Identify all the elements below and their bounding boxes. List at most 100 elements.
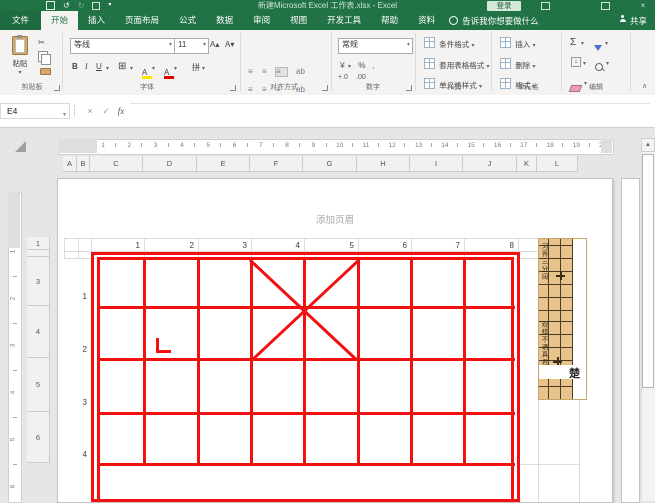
column-header-B[interactable]: B: [77, 156, 90, 172]
font-size-combo[interactable]: 11▾: [174, 38, 209, 54]
share-button[interactable]: 共享: [620, 11, 647, 30]
grow-font-icon[interactable]: A▴: [210, 40, 219, 49]
tab-formulas[interactable]: 公式: [169, 11, 206, 30]
name-box-dropdown-icon[interactable]: ▾: [63, 108, 66, 123]
column-header-L[interactable]: L: [537, 156, 578, 172]
name-box[interactable]: E4 ▾: [0, 103, 70, 119]
number-dialog-launcher-icon[interactable]: [406, 85, 412, 91]
tab-data[interactable]: 数据: [206, 11, 243, 30]
align-icon[interactable]: ≡: [276, 68, 287, 76]
insert-function-icon[interactable]: fx: [113, 103, 129, 119]
align-icon[interactable]: ≡: [248, 68, 259, 76]
tab-view[interactable]: 视图: [280, 11, 317, 30]
formula-bar-divider[interactable]: [74, 105, 77, 117]
column-header-I[interactable]: I: [410, 156, 463, 172]
vertical-scrollbar-thumb[interactable]: [642, 154, 654, 388]
font-color-button[interactable]: A: [164, 62, 169, 80]
ribbon-display-options-icon[interactable]: [538, 0, 552, 11]
tab-home[interactable]: 开始: [41, 11, 78, 30]
currency-format-icon[interactable]: ¥: [340, 60, 345, 70]
column-header-J[interactable]: J: [463, 156, 517, 172]
column-header-C[interactable]: C: [90, 156, 143, 172]
row-header-3[interactable]: 3: [27, 257, 50, 306]
formula-input[interactable]: [130, 103, 650, 120]
board-column-number-cell[interactable]: 7: [434, 241, 460, 250]
tab-developer[interactable]: 开发工具: [317, 11, 371, 30]
find-select-icon[interactable]: [595, 58, 603, 76]
fill-down-icon[interactable]: ↓: [571, 57, 581, 67]
borders-dropdown-icon[interactable]: ▾: [130, 65, 133, 72]
tab-file[interactable]: 文件: [0, 11, 41, 30]
row-header-6[interactable]: 6: [27, 412, 50, 463]
board-column-number-cell[interactable]: 6: [381, 241, 407, 250]
board-column-number-cell[interactable]: 8: [488, 241, 514, 250]
fill-color-button[interactable]: A: [142, 62, 147, 80]
column-header-K[interactable]: K: [517, 156, 537, 172]
column-header-H[interactable]: H: [357, 156, 410, 172]
row-header-5[interactable]: 5: [27, 358, 50, 412]
board-column-number-cell[interactable]: 5: [328, 241, 354, 250]
column-header-D[interactable]: D: [143, 156, 197, 172]
board-column-number-cell[interactable]: 1: [114, 241, 140, 250]
row-header-2[interactable]: [27, 250, 50, 257]
tab-review[interactable]: 审阅: [243, 11, 280, 30]
column-header-G[interactable]: G: [303, 156, 357, 172]
cancel-formula-icon[interactable]: ×: [82, 103, 98, 119]
column-header-A[interactable]: A: [63, 156, 77, 172]
decrease-decimal-icon[interactable]: .00: [356, 74, 366, 81]
column-header-F[interactable]: F: [250, 156, 303, 172]
fill-dropdown-icon[interactable]: ▾: [583, 60, 586, 67]
phonetic-guide-icon[interactable]: 拼: [192, 62, 200, 73]
restore-window-icon[interactable]: [598, 0, 612, 11]
sort-filter-icon[interactable]: [594, 38, 602, 56]
sign-in-button[interactable]: 登录: [487, 1, 521, 11]
paste-button[interactable]: 粘贴 ▾: [12, 36, 28, 76]
number-format-combo[interactable]: 常规▾: [338, 38, 413, 54]
format-painter-icon[interactable]: [40, 68, 51, 75]
underline-dropdown-icon[interactable]: ▾: [106, 65, 109, 72]
board-row-number-cell[interactable]: 4: [65, 450, 87, 459]
xiangqi-reference-image[interactable]: 河界三分阔 观棋不语真君子 楚: [538, 238, 587, 400]
orientation-icon[interactable]: ab: [296, 68, 307, 76]
font-name-combo[interactable]: 等线▾: [70, 38, 175, 54]
insert-cells-button[interactable]: 插入 ▾: [500, 37, 535, 50]
tab-page-layout[interactable]: 页面布局: [115, 11, 169, 30]
delete-cells-button[interactable]: 删除 ▾: [500, 58, 535, 71]
borders-icon[interactable]: ⊞: [118, 61, 126, 72]
underline-button[interactable]: U: [96, 62, 102, 71]
clipboard-dialog-launcher-icon[interactable]: [54, 85, 60, 91]
board-column-number-cell[interactable]: 2: [168, 241, 194, 250]
increase-decimal-icon[interactable]: +.0: [338, 74, 348, 81]
bold-button[interactable]: B: [72, 62, 78, 71]
board-row-number-cell[interactable]: 3: [65, 398, 87, 407]
cut-icon[interactable]: ✂: [38, 38, 45, 47]
column-header-E[interactable]: E: [197, 156, 250, 172]
close-window-icon[interactable]: ×: [636, 0, 650, 11]
add-header-placeholder[interactable]: 添加页眉: [58, 212, 612, 226]
board-column-number-cell[interactable]: 3: [221, 241, 247, 250]
autosum-dropdown-icon[interactable]: ▾: [581, 40, 584, 47]
tell-me-box[interactable]: 告诉我你想要做什么: [445, 11, 539, 30]
select-all-corner-icon[interactable]: [15, 141, 26, 152]
board-column-number-cell[interactable]: 4: [274, 241, 300, 250]
currency-dropdown-icon[interactable]: ▾: [348, 63, 351, 70]
scrollbar-up-arrow-icon[interactable]: ▲: [641, 138, 655, 152]
tab-help[interactable]: 帮助: [371, 11, 408, 30]
font-dialog-launcher-icon[interactable]: [230, 85, 236, 91]
italic-button[interactable]: I: [85, 62, 88, 71]
autosum-icon[interactable]: Σ: [570, 37, 576, 48]
format-as-table-button[interactable]: 套用表格格式 ▾: [424, 58, 489, 71]
sort-filter-dropdown-icon[interactable]: ▾: [605, 40, 608, 47]
row-header-1[interactable]: 1: [27, 237, 50, 250]
board-row-number-cell[interactable]: 1: [65, 292, 87, 301]
enter-formula-icon[interactable]: ✓: [98, 103, 114, 119]
board-row-number-cell[interactable]: 2: [65, 345, 87, 354]
paste-dropdown-icon[interactable]: ▾: [12, 69, 28, 76]
row-header-4[interactable]: 4: [27, 306, 50, 358]
collapse-ribbon-icon[interactable]: ∧: [642, 82, 647, 90]
percent-style-icon[interactable]: %: [358, 60, 366, 70]
alignment-dialog-launcher-icon[interactable]: [322, 85, 328, 91]
align-icon[interactable]: ≡: [262, 68, 273, 76]
tab-extra[interactable]: 资料: [408, 11, 445, 30]
comma-style-icon[interactable]: ,: [372, 60, 374, 70]
